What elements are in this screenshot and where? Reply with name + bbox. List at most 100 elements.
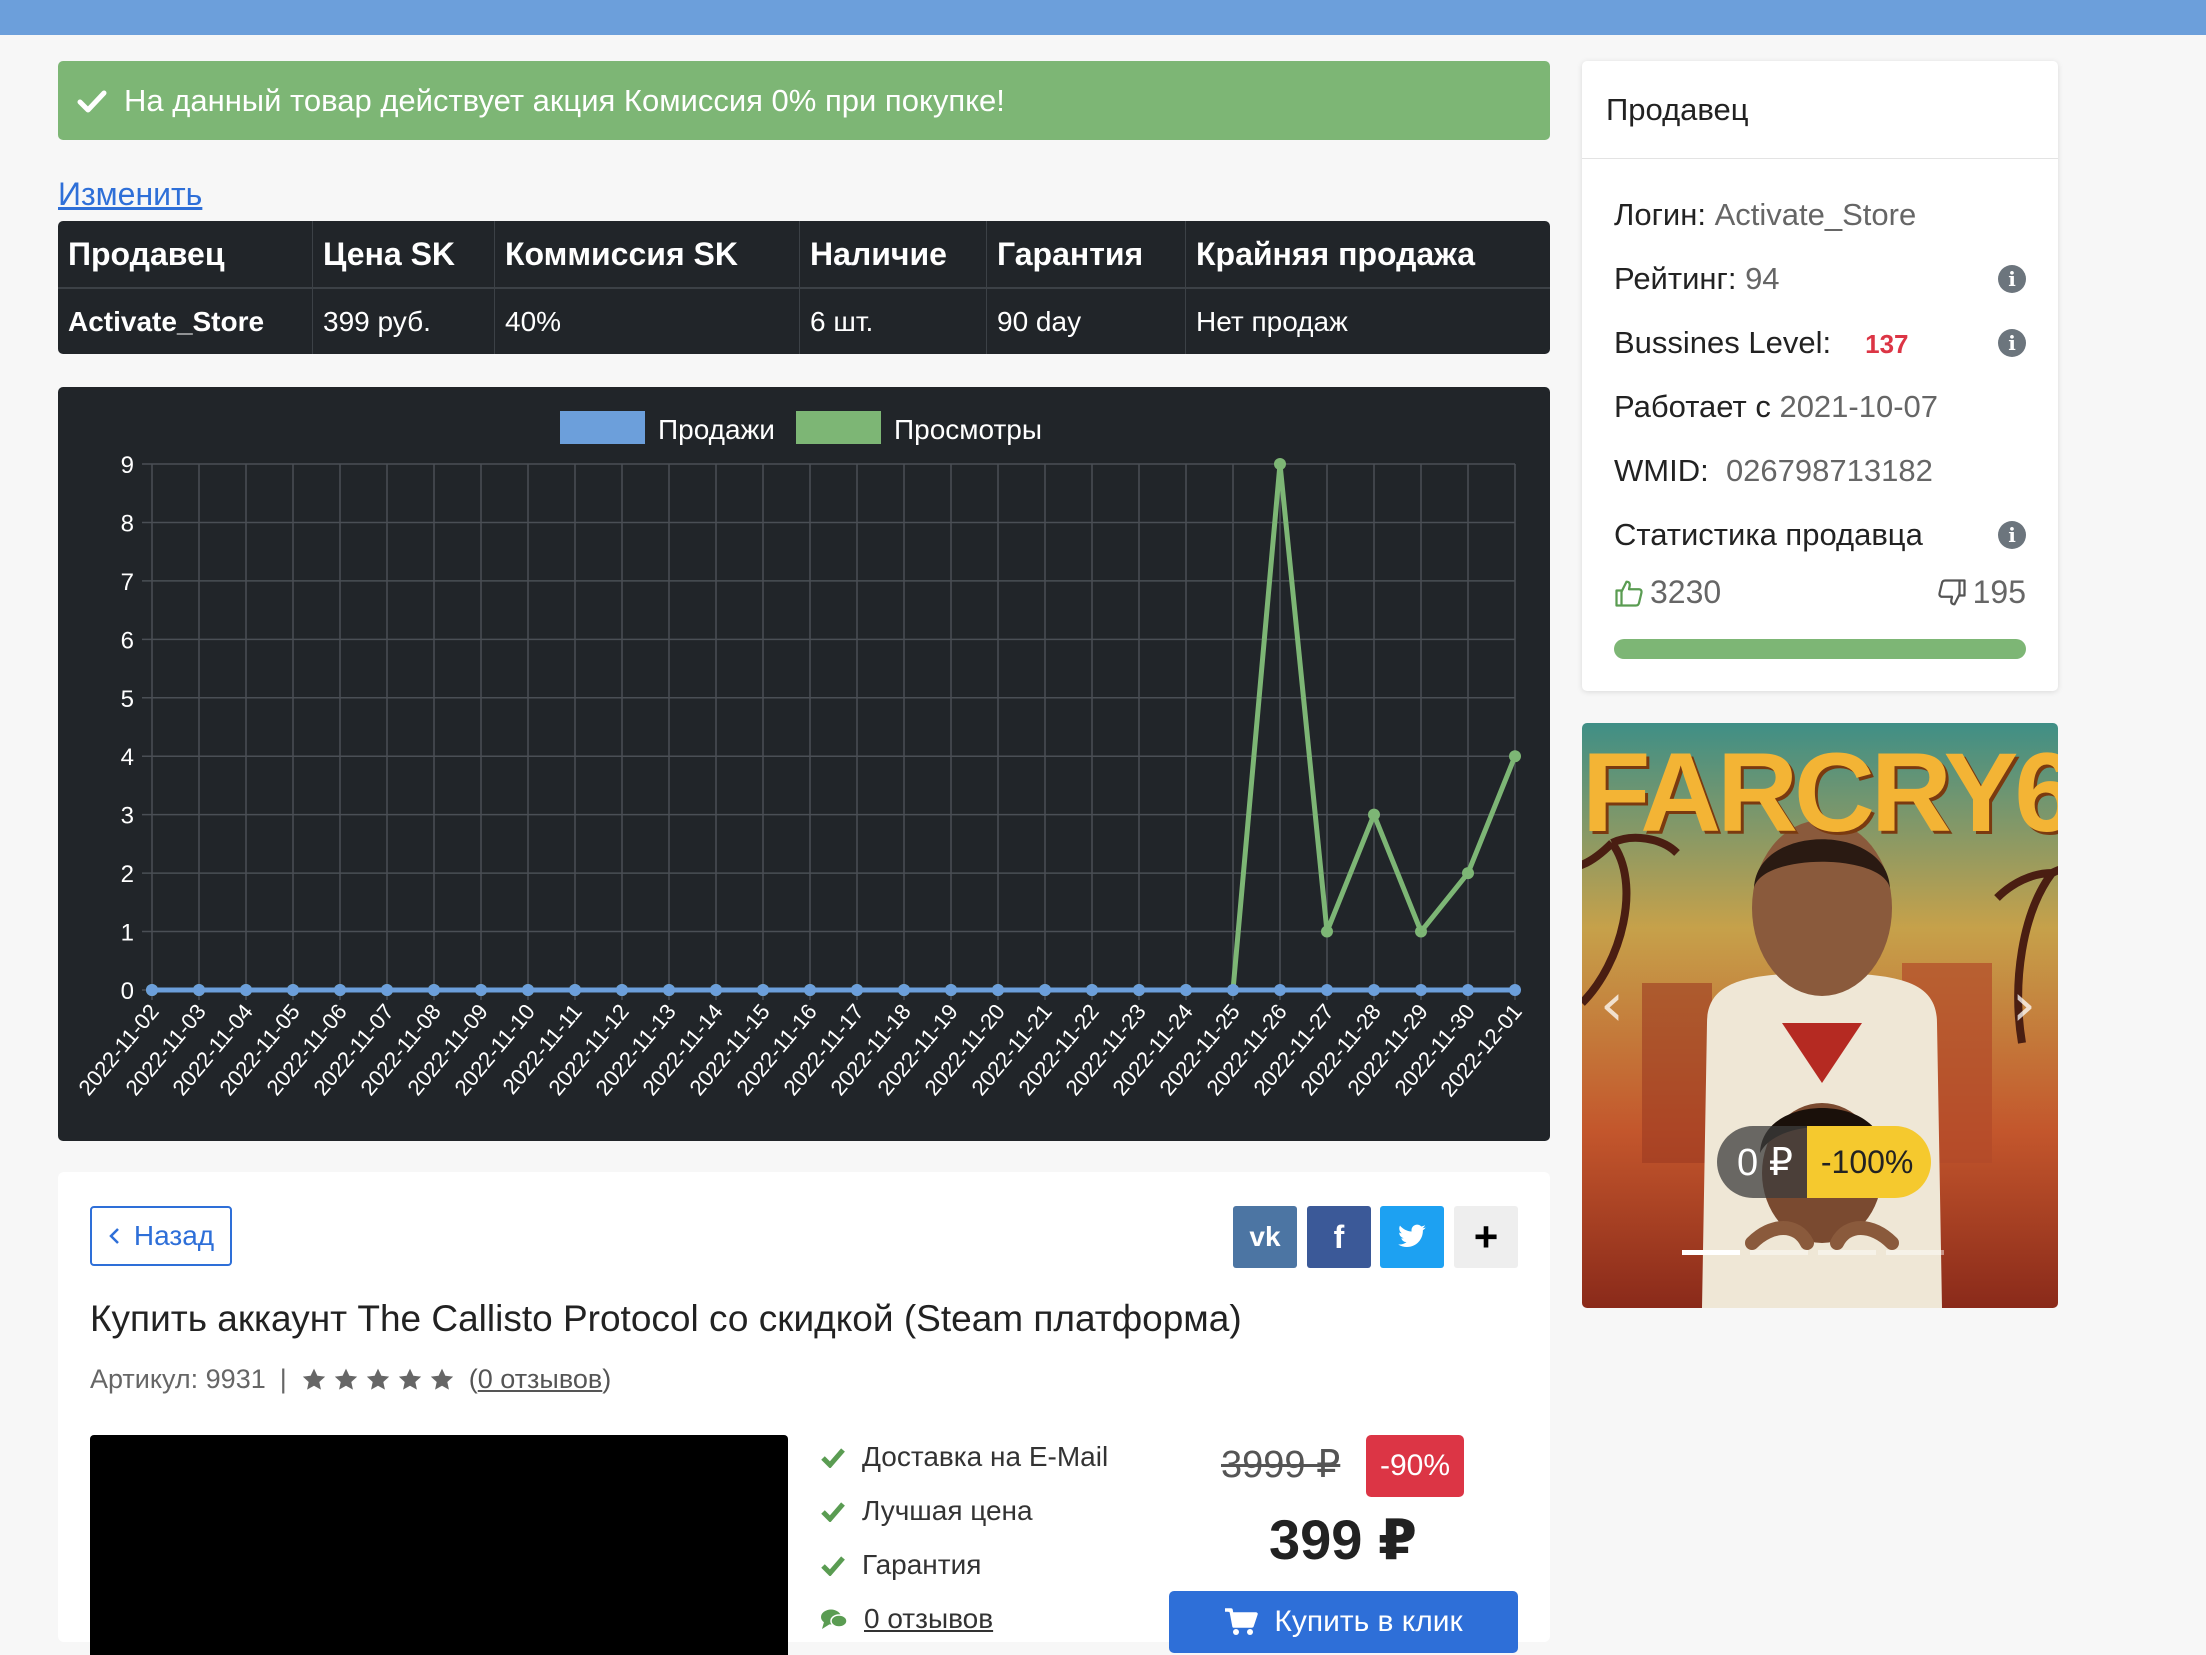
banner-price: 0 ₽ — [1717, 1126, 1807, 1198]
data-point — [616, 984, 628, 996]
data-point — [428, 984, 440, 996]
data-point — [1180, 984, 1192, 996]
seller-rating-bar — [1614, 639, 2026, 659]
since-value: 2021-10-07 — [1779, 389, 1939, 424]
rating-stars — [301, 1367, 455, 1393]
check-icon — [821, 1556, 845, 1576]
data-point — [757, 984, 769, 996]
promo-alert: На данный товар действует акция Комиссия… — [58, 61, 1550, 140]
buy-label: Купить в клик — [1274, 1605, 1463, 1638]
data-point — [851, 984, 863, 996]
promo-banner[interactable]: FARCRY6 ‹ › 0 ₽ -100% — [1582, 723, 2058, 1308]
data-point — [1039, 984, 1051, 996]
carousel-dot[interactable] — [1682, 1250, 1740, 1255]
share-twitter-button[interactable] — [1380, 1206, 1444, 1268]
y-tick-label: 3 — [121, 803, 134, 830]
check-icon — [77, 90, 107, 112]
old-price: 3999 ₽ — [1221, 1444, 1341, 1486]
current-price: 399 ₽ — [1269, 1508, 1417, 1571]
data-point — [1462, 867, 1474, 880]
table-cell: Нет продаж — [1196, 305, 1348, 337]
share-more-button[interactable]: + — [1454, 1206, 1518, 1268]
product-title: Купить аккаунт The Callisto Protocol со … — [90, 1298, 1242, 1339]
data-point — [992, 984, 1004, 996]
legend-swatch — [560, 411, 645, 444]
feature-item: Гарантия — [820, 1538, 1108, 1592]
since-label: Работает с — [1614, 389, 1771, 424]
column-header: Цена SK — [312, 221, 495, 289]
product-meta: Артикул: 9931 | (0 отзывов) — [90, 1364, 611, 1395]
dislikes-count: 195 — [1972, 574, 2026, 610]
rating-label: Рейтинг: — [1614, 261, 1737, 296]
info-icon[interactable]: i — [1998, 265, 2026, 293]
data-point — [1274, 458, 1286, 470]
product-video[interactable] — [90, 1435, 788, 1655]
likes: 3230 — [1614, 574, 1721, 611]
carousel-dot[interactable] — [1886, 1250, 1944, 1255]
carousel-dot[interactable] — [1750, 1250, 1808, 1255]
seller-level-row: Bussines Level: 137 i — [1614, 321, 2026, 365]
product-card: Назад vk f + Купить аккаунт The Callisto… — [58, 1172, 1550, 1655]
features-list: Доставка на E-Mail Лучшая цена Гарантия … — [820, 1430, 1108, 1646]
series-line — [152, 461, 1518, 993]
y-tick-label: 6 — [121, 627, 134, 654]
data-point — [1321, 925, 1333, 938]
feature-label: Гарантия — [862, 1549, 982, 1580]
seller-votes: 3230 195 — [1614, 574, 2026, 611]
wmid-value: 026798713182 — [1725, 453, 1933, 488]
data-point — [287, 984, 299, 996]
share-vk-button[interactable]: vk — [1233, 1206, 1297, 1268]
rating-value: 94 — [1745, 261, 1780, 296]
dislikes: 195 — [1937, 574, 2026, 611]
seller-stats-row: Статистика продавца i — [1614, 513, 2026, 557]
data-point — [898, 984, 910, 996]
stats-label: Статистика продавца — [1614, 517, 1923, 552]
y-tick-label: 5 — [121, 686, 134, 713]
thumbs-down-icon — [1937, 578, 1966, 605]
level-value: 137 — [1865, 329, 1909, 359]
seller-table: Продавец Цена SK Коммиссия SK Наличие Га… — [58, 221, 1550, 354]
chevron-left-icon[interactable]: ‹ — [1600, 970, 1624, 1040]
data-point — [1227, 984, 1239, 996]
column-header: Гарантия — [986, 221, 1186, 289]
star-icon — [398, 1368, 421, 1390]
twitter-icon — [1398, 1224, 1426, 1247]
banner-title: FARCRY6 — [1582, 730, 2058, 855]
data-point — [334, 984, 346, 996]
table-cell: Activate_Store — [58, 288, 313, 354]
login-value: Activate_Store — [1714, 197, 1917, 232]
carousel-dot[interactable] — [1818, 1250, 1876, 1255]
table-cell: 6 шт. — [799, 288, 987, 354]
data-point — [1274, 984, 1286, 996]
vk-icon: vk — [1249, 1221, 1281, 1252]
buy-button[interactable]: Купить в клик — [1169, 1591, 1518, 1653]
star-icon — [302, 1368, 325, 1390]
column-header: Крайняя продажа — [1185, 221, 1550, 289]
seller-rating-row: Рейтинг: 94 i — [1614, 257, 2026, 301]
back-button[interactable]: Назад — [90, 1206, 232, 1266]
banner-discount: -100% — [1806, 1126, 1932, 1198]
chevron-left-icon — [109, 1228, 119, 1244]
feature-label: Доставка на E-Mail — [862, 1441, 1109, 1472]
features-reviews-link[interactable]: 0 отзывов — [864, 1603, 993, 1635]
info-icon[interactable]: i — [1998, 329, 2026, 357]
check-icon — [821, 1448, 845, 1468]
change-link[interactable]: Изменить — [58, 176, 202, 213]
star-icon — [430, 1368, 453, 1390]
feature-item: Лучшая цена — [820, 1484, 1108, 1538]
column-header: Продавец — [58, 221, 313, 289]
banner-price-badge: 0 ₽ -100% — [1717, 1126, 1932, 1198]
share-facebook-button[interactable]: f — [1307, 1206, 1371, 1268]
reviews-link[interactable]: 0 отзывов — [478, 1364, 603, 1394]
data-point — [1462, 984, 1474, 996]
chart-svg: 01234567892022-11-022022-11-032022-11-04… — [73, 411, 1527, 1101]
y-tick-label: 7 — [121, 569, 134, 596]
y-tick-label: 9 — [121, 452, 134, 479]
promo-text: На данный товар действует акция Комиссия… — [124, 82, 1005, 118]
info-icon[interactable]: i — [1998, 521, 2026, 549]
wmid-label: WMID: — [1614, 453, 1709, 488]
table-cell: 90 day — [986, 288, 1186, 354]
chevron-right-icon[interactable]: › — [2012, 970, 2036, 1040]
seller-card: Продавец Логин: Activate_Store Рейтинг: … — [1582, 61, 2058, 691]
top-bar — [0, 0, 2206, 35]
